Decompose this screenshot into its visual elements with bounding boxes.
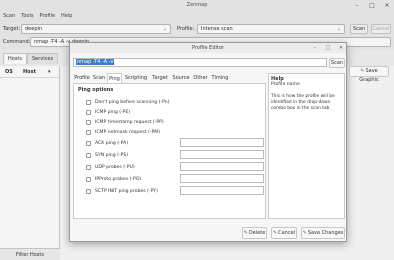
option-label: UDP probes (-PU)	[95, 165, 135, 170]
delete-button[interactable]: ✎Delete	[242, 227, 267, 239]
checkbox[interactable]	[86, 130, 91, 135]
delete-icon: ✎	[243, 230, 248, 236]
option-icmp-netmask[interactable]: ICMP netmask request (-PM)	[86, 129, 266, 137]
option-icmp-ping[interactable]: ICMP ping (-PE)	[86, 109, 266, 117]
dialog-title: Profile Editor	[192, 45, 224, 51]
option-label: Don't ping before scanning (-Pn)	[95, 100, 170, 105]
checkbox[interactable]	[86, 153, 91, 158]
profile-command-value: nmap -T4 -A -v	[76, 59, 115, 65]
udp-probes-ports-input[interactable]	[180, 162, 264, 171]
checkbox[interactable]	[86, 165, 91, 170]
tab-ping[interactable]: Ping	[107, 73, 122, 83]
option-no-ping[interactable]: Don't ping before scanning (-Pn)	[86, 99, 266, 107]
dialog-minimize-icon[interactable]: –	[310, 43, 320, 53]
ipproto-probes-input[interactable]	[180, 174, 264, 183]
dialog-close-icon[interactable]: ✕	[336, 43, 346, 53]
tab-timing[interactable]: Timing	[210, 73, 230, 83]
profile-command-input[interactable]: nmap -T4 -A -v	[73, 58, 327, 67]
tab-source[interactable]: Source	[171, 73, 191, 83]
cancel-label: Cancel	[278, 230, 296, 236]
help-text: This is how the profile will be identifi…	[271, 94, 335, 111]
option-label: ICMP timestamp request (-PP)	[95, 120, 164, 125]
save-changes-button[interactable]: ✎Save Changes	[301, 227, 345, 239]
save-graphic-button[interactable]: ✎Save Graphic	[349, 66, 389, 83]
option-icmp-timestamp[interactable]: ICMP timestamp request (-PP)	[86, 119, 266, 127]
sctp-init-ports-input[interactable]	[180, 186, 264, 195]
checkbox[interactable]	[86, 177, 91, 182]
tab-other[interactable]: Other	[192, 73, 209, 83]
save-icon: ✎	[360, 68, 365, 74]
profile-tabs: Profile Scan Ping Scripting Target Sourc…	[73, 73, 263, 83]
help-subtitle: Profile name	[271, 82, 300, 87]
help-panel: Help Profile name This is how the profil…	[268, 73, 345, 219]
checkbox[interactable]	[86, 110, 91, 115]
ping-options-panel: Ping options Don't ping before scanning …	[73, 83, 266, 219]
option-label: IPProto probes (-PO)	[95, 177, 142, 182]
checkbox[interactable]	[86, 141, 91, 146]
checkbox[interactable]	[86, 120, 91, 125]
syn-ping-ports-input[interactable]	[180, 150, 264, 159]
tab-target[interactable]: Target	[150, 73, 170, 83]
option-label: ICMP netmask request (-PM)	[95, 130, 160, 135]
save-icon: ✎	[302, 230, 307, 236]
option-label: SCTP INIT ping probes (-PY)	[95, 189, 158, 194]
section-title: Ping options	[78, 87, 114, 93]
cancel-button[interactable]: ✎Cancel	[271, 227, 297, 239]
option-label: SYN ping (-PS)	[95, 153, 129, 158]
cancel-icon: ✎	[272, 230, 278, 236]
save-changes-label: Save Changes	[307, 230, 344, 236]
checkbox[interactable]	[86, 100, 91, 105]
tab-profile[interactable]: Profile	[73, 73, 91, 83]
profile-editor-dialog: Profile Editor – □ ✕ nmap -T4 -A -v Scan…	[69, 42, 347, 242]
dialog-scan-button[interactable]: Scan	[329, 58, 345, 68]
tab-scripting[interactable]: Scripting	[123, 73, 149, 83]
checkbox[interactable]	[86, 189, 91, 194]
option-label: ACK ping (-PA)	[95, 141, 129, 146]
dialog-maximize-icon[interactable]: □	[323, 43, 333, 53]
tab-scan[interactable]: Scan	[92, 73, 106, 83]
dialog-titlebar: Profile Editor	[70, 43, 346, 53]
option-label: ICMP ping (-PE)	[95, 110, 131, 115]
delete-label: Delete	[248, 230, 266, 236]
ack-ping-ports-input[interactable]	[180, 138, 264, 147]
